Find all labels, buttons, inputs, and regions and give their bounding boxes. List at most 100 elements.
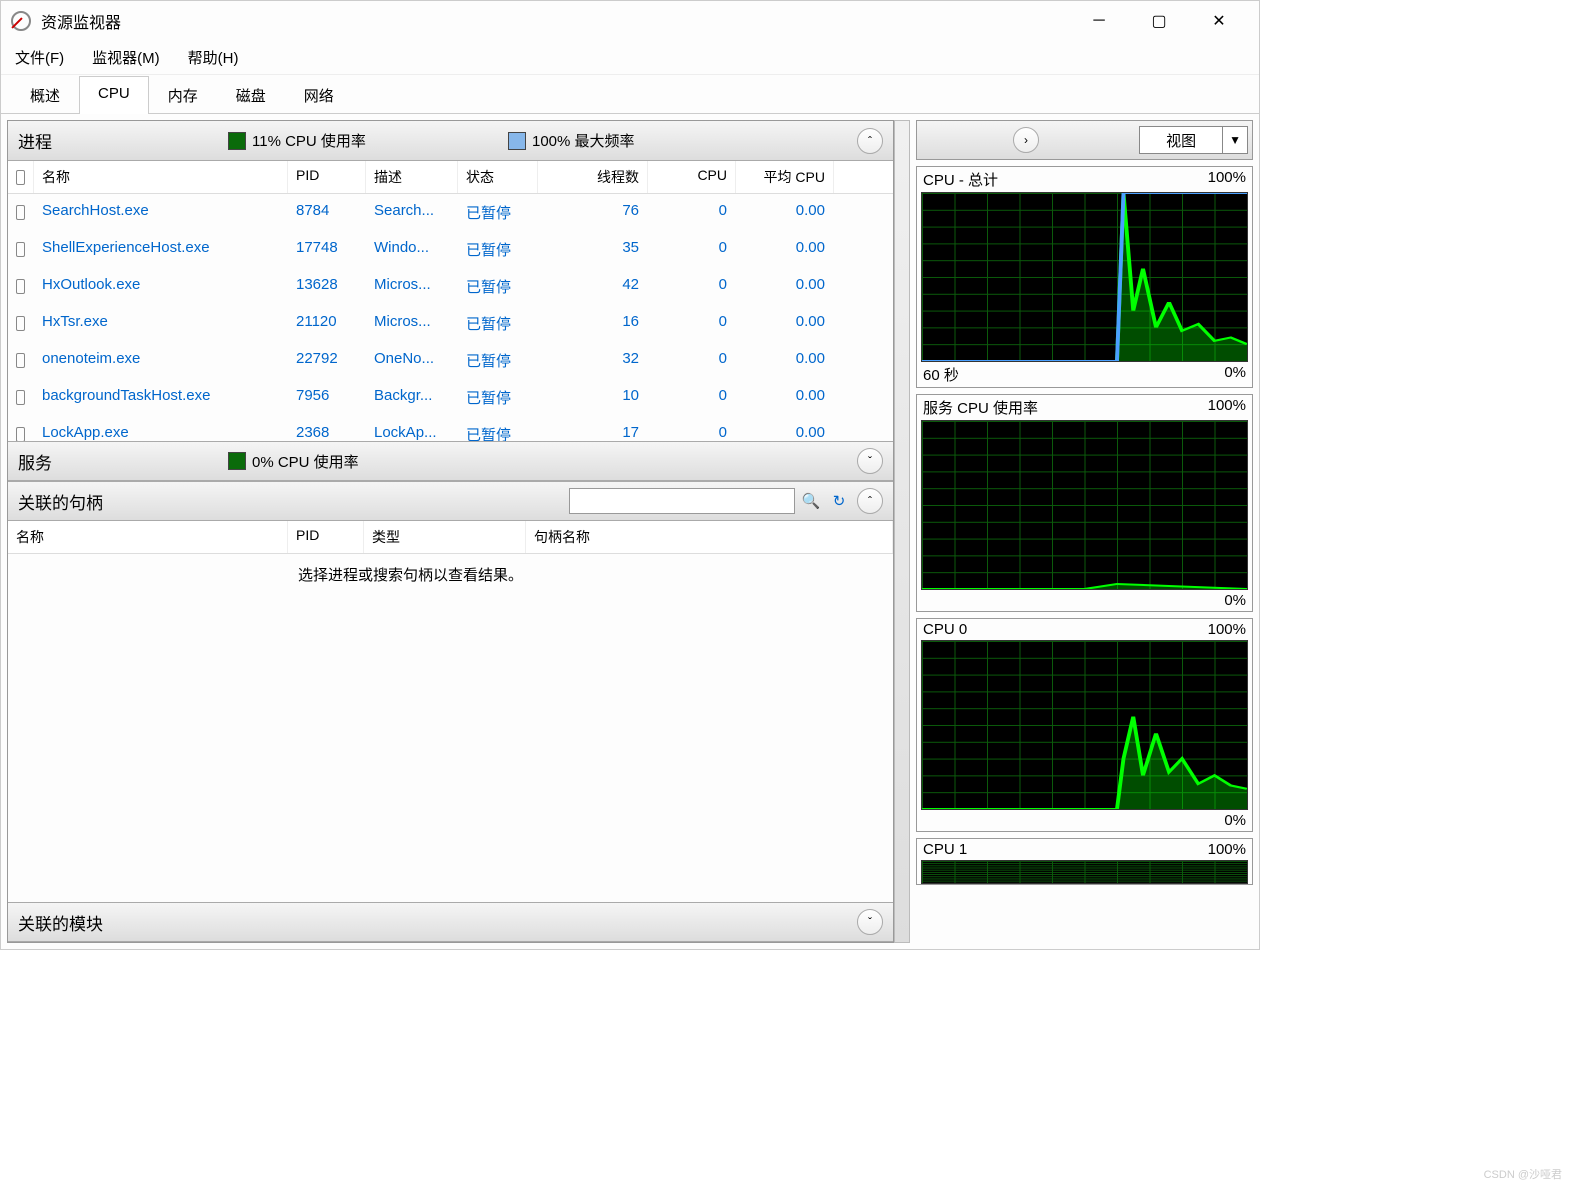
services-title: 服务 [18, 449, 228, 474]
cell-pid: 17748 [288, 233, 366, 266]
maximize-button[interactable]: ▢ [1144, 6, 1174, 36]
cell-pid: 2368 [288, 418, 366, 441]
search-icon[interactable]: 🔍 [799, 489, 823, 513]
refresh-icon[interactable]: ↻ [827, 489, 851, 513]
cell-desc: Backgr... [366, 381, 458, 414]
menu-file[interactable]: 文件(F) [11, 45, 68, 70]
chart-max: 100% [1208, 841, 1246, 858]
chart-canvas [921, 860, 1248, 884]
right-pane: › 视图 ▼ CPU - 总计100% 60 秒0% 服务 CPU 使用率100… [916, 120, 1253, 943]
modules-header[interactable]: 关联的模块 ˇ [8, 902, 893, 942]
processes-columns: 名称 PID 描述 ˆ状态 线程数 CPU 平均 CPU [8, 161, 893, 194]
cell-cpu: 0 [648, 381, 736, 414]
chart-title: CPU 1 [923, 841, 967, 858]
table-row[interactable]: SearchHost.exe 8784 Search... 已暂停 76 0 0… [8, 194, 893, 231]
menu-monitor[interactable]: 监视器(M) [88, 45, 164, 70]
left-pane: 进程 11% CPU 使用率 100% 最大频率 ˆ 名称 PID 描述 ˆ状态… [7, 120, 894, 943]
table-row[interactable]: onenoteim.exe 22792 OneNo... 已暂停 32 0 0.… [8, 342, 893, 379]
cell-threads: 76 [538, 196, 648, 229]
cell-desc: LockAp... [366, 418, 458, 441]
cell-desc: Windo... [366, 233, 458, 266]
tab-cpu[interactable]: CPU [79, 76, 149, 114]
table-row[interactable]: LockApp.exe 2368 LockAp... 已暂停 17 0 0.00 [8, 416, 893, 441]
chart-min: 0% [1224, 364, 1246, 385]
menubar: 文件(F) 监视器(M) 帮助(H) [1, 41, 1259, 75]
handles-title: 关联的句柄 [18, 489, 228, 514]
tab-network[interactable]: 网络 [285, 76, 353, 114]
collapse-handles-button[interactable]: ˆ [857, 488, 883, 514]
row-checkbox[interactable] [16, 353, 25, 368]
cell-threads: 17 [538, 418, 648, 441]
expand-modules-button[interactable]: ˇ [857, 909, 883, 935]
row-checkbox[interactable] [16, 316, 25, 331]
cell-status: 已暂停 [458, 344, 538, 377]
chart-max: 100% [1208, 397, 1246, 418]
row-checkbox[interactable] [16, 242, 25, 257]
col-desc[interactable]: 描述 [366, 161, 458, 193]
cpu-usage-icon [228, 132, 246, 150]
cell-threads: 10 [538, 381, 648, 414]
modules-title: 关联的模块 [18, 910, 228, 935]
cpu-usage-label: 11% CPU 使用率 [252, 130, 366, 151]
cell-avg: 0.00 [736, 270, 834, 303]
cell-name: HxTsr.exe [34, 307, 288, 340]
collapse-charts-button[interactable]: › [1013, 127, 1039, 153]
tab-memory[interactable]: 内存 [149, 76, 217, 114]
view-label: 视图 [1140, 130, 1222, 151]
h-col-type[interactable]: 类型 [364, 521, 526, 553]
chart-title: CPU - 总计 [923, 169, 998, 190]
scrollbar[interactable] [894, 120, 910, 943]
table-row[interactable]: backgroundTaskHost.exe 7956 Backgr... 已暂… [8, 379, 893, 416]
select-all-checkbox[interactable] [16, 170, 25, 185]
services-cpu-label: 0% CPU 使用率 [252, 451, 359, 472]
chart-2: CPU 0100% 0% [916, 618, 1253, 832]
col-threads[interactable]: 线程数 [538, 161, 648, 193]
tab-overview[interactable]: 概述 [11, 76, 79, 114]
chart-3: CPU 1 100% [916, 838, 1253, 885]
row-checkbox[interactable] [16, 205, 25, 220]
h-col-name[interactable]: ˆ名称 [8, 521, 288, 553]
chart-canvas [921, 640, 1248, 810]
h-col-pid[interactable]: PID [288, 521, 364, 553]
cell-cpu: 0 [648, 196, 736, 229]
cell-cpu: 0 [648, 418, 736, 441]
col-pid[interactable]: PID [288, 161, 366, 193]
menu-help[interactable]: 帮助(H) [184, 45, 243, 70]
col-avg[interactable]: 平均 CPU [736, 161, 834, 193]
expand-services-button[interactable]: ˇ [857, 448, 883, 474]
processes-title: 进程 [18, 128, 228, 153]
cell-avg: 0.00 [736, 233, 834, 266]
close-button[interactable]: ✕ [1204, 6, 1234, 36]
services-header[interactable]: 服务 0% CPU 使用率 ˇ [8, 441, 893, 481]
table-row[interactable]: HxOutlook.exe 13628 Micros... 已暂停 42 0 0… [8, 268, 893, 305]
minimize-button[interactable]: ─ [1084, 6, 1114, 36]
table-row[interactable]: ShellExperienceHost.exe 17748 Windo... 已… [8, 231, 893, 268]
collapse-processes-button[interactable]: ˆ [857, 128, 883, 154]
cell-cpu: 0 [648, 307, 736, 340]
view-dropdown[interactable]: 视图 ▼ [1139, 126, 1248, 154]
row-checkbox[interactable] [16, 279, 25, 294]
cell-threads: 35 [538, 233, 648, 266]
handles-header[interactable]: 关联的句柄 🔍 ↻ ˆ [8, 481, 893, 521]
handles-search-input[interactable] [569, 488, 795, 514]
cell-pid: 7956 [288, 381, 366, 414]
row-checkbox[interactable] [16, 390, 25, 405]
cell-avg: 0.00 [736, 418, 834, 441]
chart-min: 0% [1224, 812, 1246, 829]
row-checkbox[interactable] [16, 427, 25, 441]
processes-header[interactable]: 进程 11% CPU 使用率 100% 最大频率 ˆ [8, 121, 893, 161]
cell-avg: 0.00 [736, 381, 834, 414]
cell-name: ShellExperienceHost.exe [34, 233, 288, 266]
titlebar: 资源监视器 ─ ▢ ✕ [1, 1, 1259, 41]
chart-canvas [921, 192, 1248, 362]
chart-title: CPU 0 [923, 621, 967, 638]
h-col-handle[interactable]: 句柄名称 [526, 521, 893, 553]
col-status[interactable]: ˆ状态 [458, 161, 538, 193]
tab-disk[interactable]: 磁盘 [217, 76, 285, 114]
col-cpu[interactable]: CPU [648, 161, 736, 193]
tabbar: 概述 CPU 内存 磁盘 网络 [1, 75, 1259, 114]
col-name[interactable]: 名称 [34, 161, 288, 193]
chart-0: CPU - 总计100% 60 秒0% [916, 166, 1253, 388]
handles-table: ˆ名称 PID 类型 句柄名称 选择进程或搜索句柄以查看结果。 [8, 521, 893, 902]
table-row[interactable]: HxTsr.exe 21120 Micros... 已暂停 16 0 0.00 [8, 305, 893, 342]
